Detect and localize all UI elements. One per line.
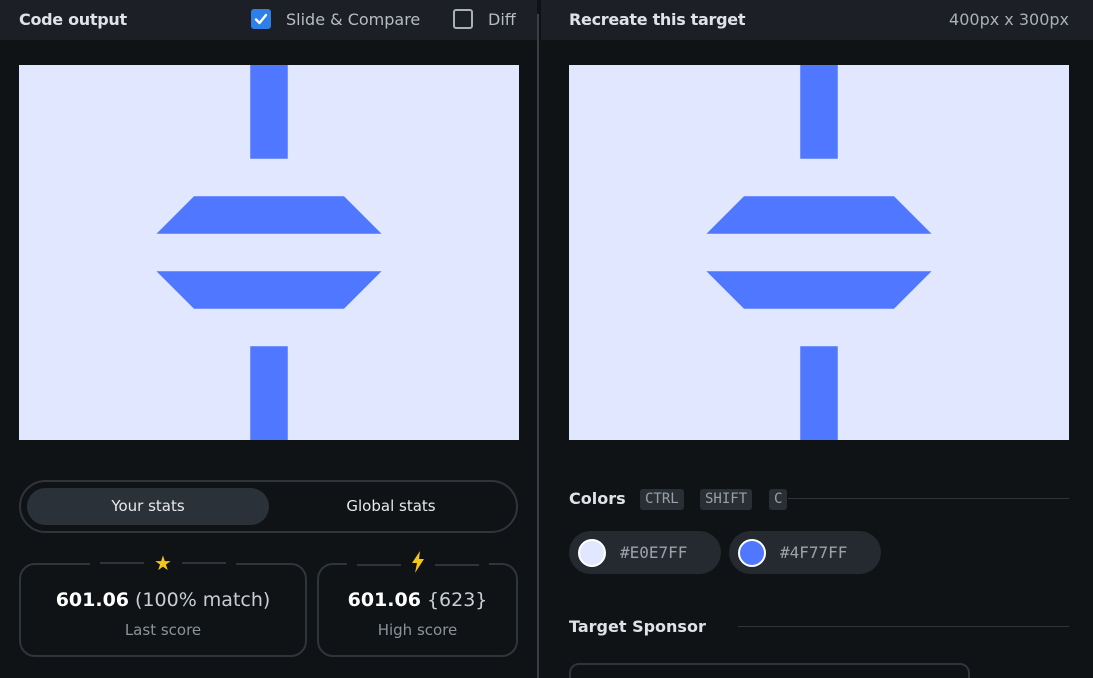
shortcut-key-shift: SHIFT xyxy=(700,489,753,510)
app-root: Code output Slide & Compare Diff Recreat… xyxy=(0,0,1093,678)
last-score-card: ★ 601.06 (100% match) Last score xyxy=(19,551,307,657)
color-dot xyxy=(578,538,606,567)
target-sponsor-title: Target Sponsor xyxy=(569,617,706,636)
target-canvas xyxy=(569,65,1069,440)
last-score-value: 601.06 xyxy=(55,589,130,611)
target-title: Recreate this target xyxy=(569,10,746,29)
output-top-bar xyxy=(250,65,288,159)
code-output-canvas[interactable] xyxy=(19,65,519,440)
high-score-caption: High score xyxy=(377,621,458,639)
output-lower-trapezoid xyxy=(156,271,382,309)
panel-divider-handle[interactable] xyxy=(537,14,539,678)
stats-tabs: Your stats Global stats xyxy=(19,480,518,533)
target-lower-trapezoid xyxy=(706,271,932,309)
output-drawing xyxy=(19,65,519,440)
slide-compare-checkbox[interactable] xyxy=(251,9,271,29)
color-hex: #E0E7FF xyxy=(620,543,688,562)
target-top-bar xyxy=(800,65,838,159)
target-bottom-bar xyxy=(800,346,838,440)
high-score-value: 601.06 xyxy=(347,589,421,611)
checkmark-icon xyxy=(254,13,268,25)
color-dot xyxy=(738,538,766,567)
sponsor-divider xyxy=(738,626,1069,627)
last-score-caption: Last score xyxy=(124,621,202,639)
sponsor-box[interactable] xyxy=(569,663,970,678)
code-output-title: Code output xyxy=(19,10,127,29)
target-drawing xyxy=(569,65,1069,440)
shortcut-key-ctrl: CTRL xyxy=(640,489,684,510)
target-header: Recreate this target 400px x 300px xyxy=(541,0,1093,40)
tab-your-stats[interactable]: Your stats xyxy=(27,488,269,525)
code-output-header: Code output Slide & Compare Diff xyxy=(0,0,537,40)
lightning-icon xyxy=(411,551,425,578)
last-score-match: (100% match) xyxy=(135,589,271,611)
star-icon: ★ xyxy=(154,551,172,575)
color-swatch-blue[interactable]: #4F77FF xyxy=(729,531,881,574)
target-upper-trapezoid xyxy=(706,196,932,234)
diff-label[interactable]: Diff xyxy=(488,10,516,29)
high-score-card: 601.06 {623} High score xyxy=(317,551,518,657)
output-upper-trapezoid xyxy=(156,196,382,234)
color-hex: #4F77FF xyxy=(780,543,848,562)
shortcut-key-c: C xyxy=(769,489,788,510)
diff-checkbox[interactable] xyxy=(453,9,473,29)
high-score-total: {623} xyxy=(426,589,488,611)
slide-compare-label[interactable]: Slide & Compare xyxy=(286,10,420,29)
tab-global-stats[interactable]: Global stats xyxy=(270,488,512,525)
colors-title: Colors xyxy=(569,489,626,508)
target-dimensions: 400px x 300px xyxy=(949,10,1069,29)
color-swatch-light[interactable]: #E0E7FF xyxy=(569,531,721,574)
output-bottom-bar xyxy=(250,346,288,440)
colors-divider xyxy=(788,498,1069,499)
